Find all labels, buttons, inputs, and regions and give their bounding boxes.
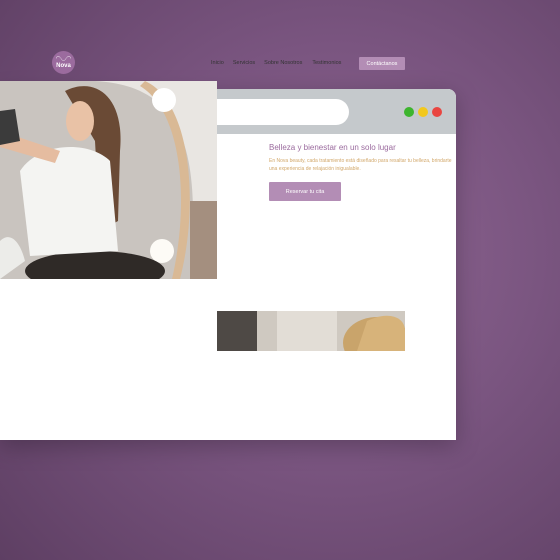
green-dot[interactable] <box>404 107 414 117</box>
secondary-image <box>217 311 405 351</box>
hero-title: Belleza y bienestar en un solo lugar <box>269 143 396 152</box>
red-dot[interactable] <box>432 107 442 117</box>
contact-button[interactable]: Contáctanos <box>359 57 405 70</box>
logo[interactable]: ◠◡◠ Nova <box>52 51 75 74</box>
window-controls <box>404 107 442 117</box>
logo-name: Nova <box>56 63 71 69</box>
main-nav: Inicio Servicios Sobre Nosotros Testimon… <box>211 60 350 66</box>
yellow-dot[interactable] <box>418 107 428 117</box>
nav-item-testimonios[interactable]: Testimonios <box>312 60 341 66</box>
nav-item-inicio[interactable]: Inicio <box>211 60 224 66</box>
logo-crest: ◠◡◠ <box>55 56 72 62</box>
nav-item-servicios[interactable]: Servicios <box>233 60 255 66</box>
hero-description: En Nova beauty, cada tratamiento está di… <box>269 158 452 172</box>
book-appointment-button[interactable]: Reservar tu cita <box>269 182 341 201</box>
secondary-photo-illustration <box>217 311 405 351</box>
hero-image <box>0 81 217 279</box>
nav-item-sobre-nosotros[interactable]: Sobre Nosotros <box>264 60 302 66</box>
hero-photo-illustration <box>0 81 217 279</box>
